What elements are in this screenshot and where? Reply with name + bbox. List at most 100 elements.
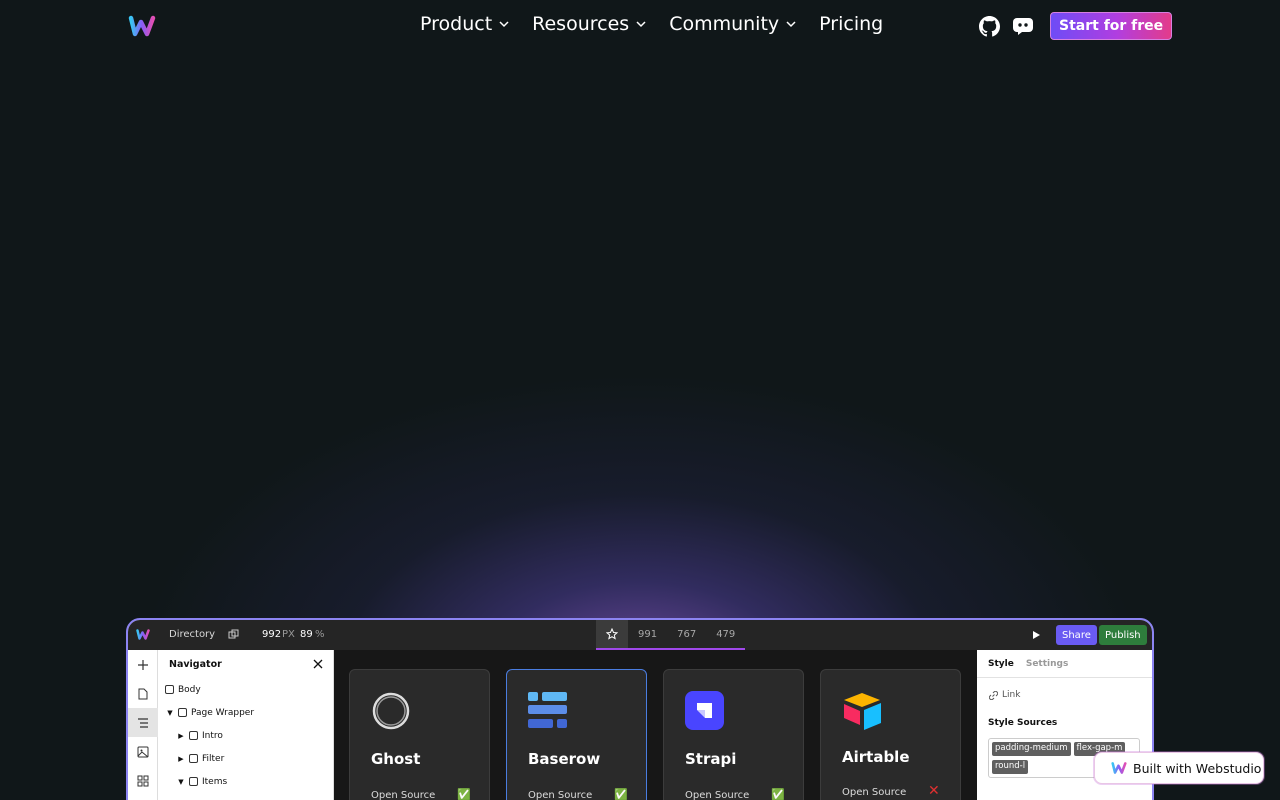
assets-icon[interactable] (128, 737, 158, 766)
base-breakpoint-tab[interactable] (596, 620, 628, 648)
page-selector[interactable]: Directory (169, 629, 215, 640)
card-title: Ghost (371, 750, 421, 768)
top-navigation: Product Resources Community Pricing Star… (0, 0, 1280, 52)
card-subtitle: Open Source (371, 790, 436, 800)
start-for-free-button[interactable]: Start for free (1050, 12, 1173, 40)
tab-settings[interactable]: Settings (1026, 659, 1068, 669)
element-box-icon (165, 685, 174, 694)
tree-item-page-wrapper[interactable]: ▼ Page Wrapper (158, 701, 333, 724)
check-mark-icon: ✅ (457, 788, 471, 800)
close-icon[interactable] (313, 659, 323, 669)
menu-item-product[interactable]: Product (420, 13, 510, 35)
main-menu: Product Resources Community Pricing (420, 13, 883, 35)
element-box-icon (189, 731, 198, 740)
breakpoint-tabs: 991 767 479 (596, 620, 746, 650)
hero-glow (140, 250, 1140, 670)
menu-item-label: Product (420, 13, 493, 35)
tree-item-intro[interactable]: ▶ Intro (158, 724, 333, 747)
app-topbar: Directory 992 PX 89 % 991 767 479 Share … (128, 620, 1152, 650)
menu-item-label: Pricing (819, 13, 884, 35)
star-icon (606, 628, 618, 640)
chevron-down-icon (499, 21, 509, 28)
add-icon[interactable] (128, 650, 158, 679)
style-source-token[interactable]: round-l (992, 759, 1029, 774)
app-body: Navigator Body ▼ Page Wrapper ▶ Intro ▶ … (128, 650, 1152, 800)
link-icon (989, 690, 998, 700)
menu-item-label: Community (669, 13, 780, 35)
publish-button[interactable]: Publish (1099, 625, 1147, 645)
nav-actions: Start for free (978, 12, 1173, 40)
tree-item-label: Items (202, 776, 228, 787)
canvas-width-unit: PX (282, 629, 295, 640)
components-icon[interactable] (128, 766, 158, 795)
pages-icon[interactable] (128, 679, 158, 708)
element-box-icon (189, 754, 198, 763)
link-label: Link (1002, 690, 1021, 700)
strapi-logo-icon (685, 691, 724, 730)
canvas-width-value[interactable]: 992 (262, 629, 281, 640)
chevron-down-icon (786, 21, 796, 28)
style-source-token[interactable]: padding-medium (992, 742, 1071, 756)
menu-item-label: Resources (532, 13, 630, 35)
preview-play-icon[interactable] (1032, 630, 1041, 640)
menu-item-pricing[interactable]: Pricing (819, 13, 883, 35)
tree-item-body[interactable]: Body (158, 678, 333, 701)
card-title: Baserow (528, 750, 601, 768)
tree-item-label: Filter (202, 753, 225, 764)
tree-item-label: Intro (202, 730, 223, 741)
tree-item-items[interactable]: ▼ Items (158, 770, 333, 793)
card-subtitle: Open Source (685, 790, 750, 800)
app-preview: Directory 992 PX 89 % 991 767 479 Share … (126, 618, 1154, 800)
expand-toggle-icon[interactable]: ▶ (177, 755, 185, 763)
element-box-icon (178, 708, 187, 717)
built-with-webstudio-badge[interactable]: Built with Webstudio (1094, 752, 1264, 784)
tab-style[interactable]: Style (988, 659, 1014, 669)
github-icon[interactable] (978, 15, 1000, 37)
zoom-unit: % (315, 629, 325, 640)
left-toolbar (128, 650, 158, 800)
ghost-logo-icon (372, 692, 410, 730)
expand-toggle-icon[interactable]: ▼ (177, 778, 185, 786)
card-subtitle: Open Source (842, 787, 907, 798)
navigator-panel: Navigator Body ▼ Page Wrapper ▶ Intro ▶ … (158, 650, 334, 800)
style-panel-tabs: Style Settings (977, 650, 1152, 678)
tree-item-label: Page Wrapper (191, 707, 255, 718)
airtable-logo-icon (844, 693, 881, 730)
expand-toggle-icon[interactable]: ▶ (177, 732, 185, 740)
navigator-title: Navigator (169, 658, 222, 670)
design-canvas[interactable]: Ghost Open Source ✅ Baserow Open Source … (334, 650, 977, 800)
webstudio-logo-icon (136, 629, 150, 640)
check-mark-icon: ✅ (771, 788, 785, 800)
tree-item-label: Body (178, 684, 201, 695)
card-title: Strapi (685, 750, 737, 768)
webstudio-logo-icon (1111, 762, 1127, 774)
navigator-icon[interactable] (128, 708, 158, 737)
zoom-value[interactable]: 89 (300, 629, 313, 640)
directory-card-ghost[interactable]: Ghost Open Source ✅ (349, 669, 490, 800)
directory-card-airtable[interactable]: Airtable Open Source ✕ (820, 669, 961, 800)
breakpoint-tab[interactable]: 991 (628, 620, 667, 648)
menu-item-resources[interactable]: Resources (532, 13, 647, 35)
discord-icon[interactable] (1012, 15, 1034, 37)
expand-toggle-icon[interactable]: ▼ (166, 709, 174, 717)
directory-card-baserow[interactable]: Baserow Open Source ✅ (506, 669, 647, 800)
tree-item-filter[interactable]: ▶ Filter (158, 747, 333, 770)
check-mark-icon: ✅ (614, 788, 628, 800)
style-sources-title: Style Sources (988, 718, 1058, 728)
cross-mark-icon: ✕ (928, 783, 940, 799)
card-title: Airtable (842, 748, 910, 766)
directory-card-strapi[interactable]: Strapi Open Source ✅ (663, 669, 804, 800)
breakpoint-tab[interactable]: 479 (706, 620, 745, 648)
navigator-header: Navigator (158, 650, 333, 678)
webstudio-logo-icon[interactable] (128, 14, 156, 38)
baserow-logo-icon (528, 692, 567, 728)
badge-label: Built with Webstudio (1133, 760, 1262, 776)
chevron-down-icon (636, 21, 646, 28)
breakpoint-tab[interactable]: 767 (667, 620, 706, 648)
copy-icon[interactable] (228, 629, 239, 640)
card-subtitle: Open Source (528, 790, 593, 800)
share-button[interactable]: Share (1056, 625, 1097, 645)
menu-item-community[interactable]: Community (669, 13, 797, 35)
link-row[interactable]: Link (989, 690, 1020, 700)
element-box-icon (189, 777, 198, 786)
